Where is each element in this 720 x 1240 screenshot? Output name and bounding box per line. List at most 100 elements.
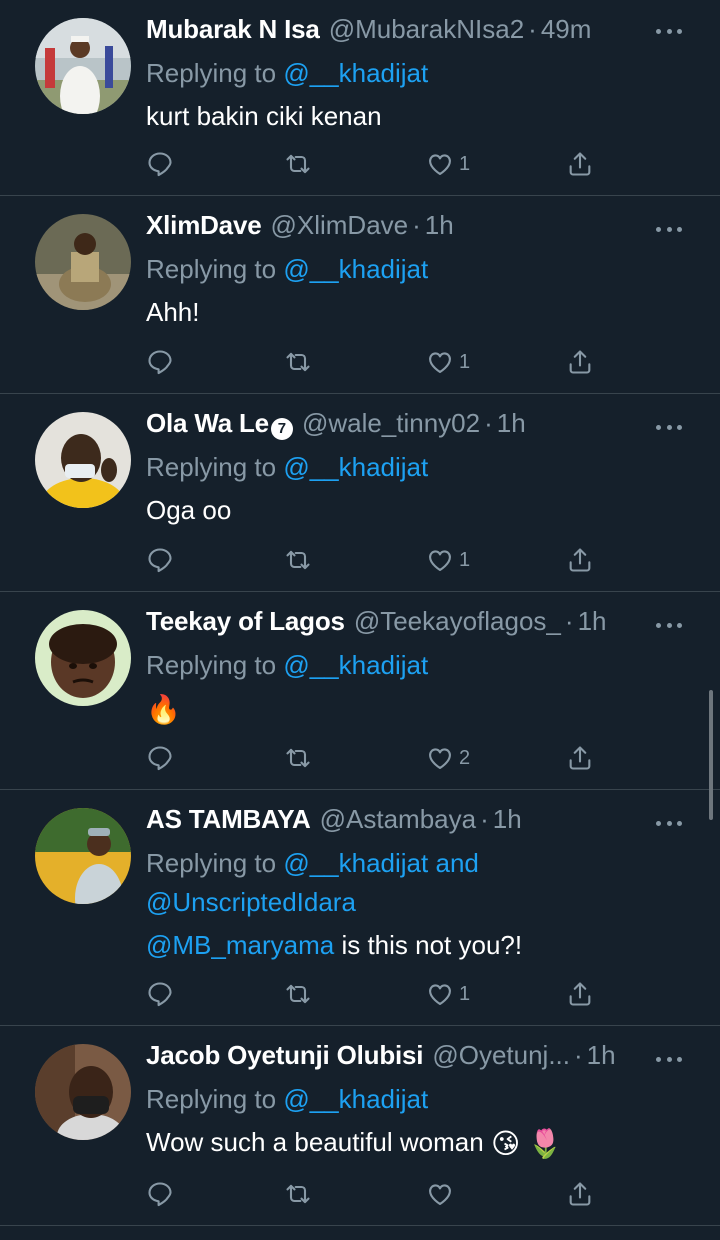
author-handle[interactable]: @XlimDave <box>270 210 408 241</box>
tweet[interactable]: XlimDave @XlimDave · 1h Replying to @__k… <box>0 196 720 394</box>
share-icon <box>569 548 591 572</box>
author-name[interactable]: Jacob Oyetunji Olubisi <box>146 1040 424 1071</box>
avatar[interactable] <box>35 808 131 904</box>
avatar[interactable] <box>35 1044 131 1140</box>
reply-mention[interactable]: @__khadijat <box>283 58 428 88</box>
avatar[interactable] <box>35 18 131 114</box>
reply-icon <box>148 982 172 1007</box>
tweet[interactable]: AS TAMBAYA @Astambaya · 1h Replying to @… <box>0 790 720 1026</box>
reply-mention[interactable]: @__khadijat <box>283 650 428 680</box>
reply-mention[interactable]: @__khadijat <box>283 848 428 878</box>
author-handle[interactable]: @Oyetunj... <box>432 1040 570 1071</box>
separator-dot: · <box>574 1040 583 1070</box>
author-name[interactable]: Teekay of Lagos <box>146 606 345 637</box>
more-options-icon[interactable] <box>656 423 682 431</box>
more-options-icon[interactable] <box>656 27 682 35</box>
author-name[interactable]: Ola Wa Le <box>146 408 269 439</box>
tweet[interactable]: Ola Wa Le 7 @wale_tinny02 · 1h Replying … <box>0 394 720 592</box>
retweet-button[interactable] <box>284 544 312 576</box>
more-options-icon[interactable] <box>656 621 682 629</box>
like-button[interactable]: 1 <box>426 978 470 1010</box>
retweet-icon <box>286 154 310 174</box>
reply-icon <box>148 548 172 573</box>
fire-emoji-icon: 🔥 <box>146 694 181 726</box>
tweet-time[interactable]: 1h <box>578 606 607 637</box>
author-name[interactable]: AS TAMBAYA <box>146 804 311 835</box>
tweet-text: 🔥 <box>146 688 696 728</box>
like-button[interactable] <box>426 1178 454 1210</box>
reply-prefix: Replying to <box>146 58 277 88</box>
share-button[interactable] <box>566 1178 594 1210</box>
text-body: is this not you?! <box>341 930 523 960</box>
reply-context: Replying to @__khadijat <box>146 646 696 685</box>
tweet[interactable]: Teekay of Lagos @Teekayoflagos_ · 1h Rep… <box>0 592 720 790</box>
reply-prefix: Replying to <box>146 254 277 284</box>
author-name[interactable]: XlimDave <box>146 210 262 241</box>
reply-button[interactable] <box>146 1178 174 1210</box>
tweet-text: Oga oo <box>146 495 232 525</box>
heart-icon <box>429 154 451 175</box>
reply-button[interactable] <box>146 978 174 1010</box>
retweet-button[interactable] <box>284 978 312 1010</box>
share-button[interactable] <box>566 742 594 774</box>
reply-mention[interactable]: @__khadijat <box>283 254 428 284</box>
reply-mention[interactable]: @__khadijat <box>283 1084 428 1114</box>
reply-button[interactable] <box>146 346 174 378</box>
avatar[interactable] <box>35 412 131 508</box>
reply-mention-2[interactable]: @UnscriptedIdara <box>146 887 356 917</box>
retweet-icon <box>286 748 310 768</box>
author-handle[interactable]: @Astambaya <box>320 804 476 835</box>
tweet[interactable]: Jacob Oyetunji Olubisi @Oyetunj... · 1h … <box>0 1026 720 1226</box>
retweet-button[interactable] <box>284 148 312 180</box>
text-body: Wow such a beautiful woman <box>146 1127 484 1157</box>
tweet-time[interactable]: 1h <box>497 408 526 439</box>
verified-badge-icon: 7 <box>270 418 293 440</box>
like-button[interactable]: 1 <box>426 148 470 180</box>
tweet-time[interactable]: 1h <box>493 804 522 835</box>
avatar-image <box>35 1044 131 1140</box>
share-button[interactable] <box>566 346 594 378</box>
text-mention[interactable]: @MB_maryama <box>146 930 334 960</box>
like-button[interactable]: 2 <box>426 742 470 774</box>
heart-icon <box>429 748 451 769</box>
retweet-button[interactable] <box>284 346 312 378</box>
reply-context: Replying to @__khadijat <box>146 54 696 93</box>
author-name[interactable]: Mubarak N Isa <box>146 14 320 45</box>
separator-dot: · <box>528 14 537 44</box>
author-handle[interactable]: @wale_tinny02 <box>302 408 480 439</box>
reply-mention[interactable]: @__khadijat <box>283 452 428 482</box>
tweet-time[interactable]: 1h <box>425 210 454 241</box>
retweet-button[interactable] <box>284 742 312 774</box>
scrollbar[interactable] <box>709 690 713 820</box>
like-button[interactable]: 1 <box>426 544 470 576</box>
share-icon <box>569 152 591 176</box>
author-handle[interactable]: @MubarakNIsa2 <box>329 14 524 45</box>
avatar[interactable] <box>35 610 131 706</box>
like-count: 1 <box>459 152 471 175</box>
reply-button[interactable] <box>146 148 174 180</box>
avatar-image <box>35 610 131 706</box>
author-handle[interactable]: @Teekayoflagos_ <box>354 606 561 637</box>
more-options-icon[interactable] <box>656 819 682 827</box>
avatar-image <box>35 18 131 114</box>
separator-dot: · <box>484 408 493 438</box>
tweet[interactable]: Mubarak N Isa @MubarakNIsa2 · 49m Replyi… <box>0 0 720 196</box>
share-button[interactable] <box>566 148 594 180</box>
kiss-and-tulip-emoji-icon: 😘 🌷 <box>490 1128 563 1160</box>
tweet-time[interactable]: 1h <box>587 1040 616 1071</box>
share-button[interactable] <box>566 544 594 576</box>
more-options-icon[interactable] <box>656 1055 682 1063</box>
more-options-icon[interactable] <box>656 225 682 233</box>
like-count: 1 <box>459 982 471 1005</box>
reply-button[interactable] <box>146 742 174 774</box>
retweet-button[interactable] <box>284 1178 312 1210</box>
avatar-image <box>35 412 131 508</box>
share-button[interactable] <box>566 978 594 1010</box>
like-button[interactable]: 1 <box>426 346 470 378</box>
avatar-image <box>35 808 131 904</box>
tweet-time[interactable]: 49m <box>541 14 592 45</box>
reply-button[interactable] <box>146 544 174 576</box>
avatar[interactable] <box>35 214 131 310</box>
heart-icon <box>429 550 451 571</box>
heart-icon <box>429 352 451 373</box>
